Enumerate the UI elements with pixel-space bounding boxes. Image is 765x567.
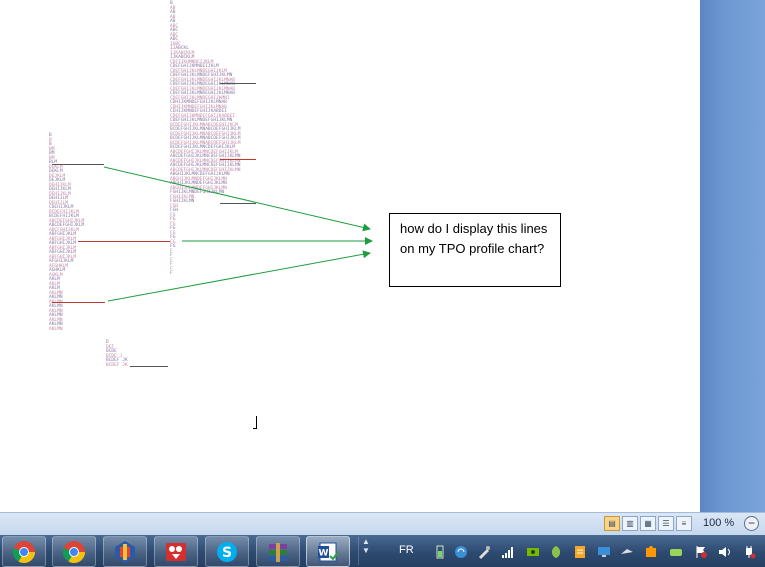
outline-view-icon[interactable]: ☰ <box>658 516 674 531</box>
svg-text:S: S <box>222 545 232 561</box>
app-taskbar-button[interactable] <box>103 536 147 567</box>
winrar-taskbar-button[interactable] <box>256 536 300 567</box>
app-icon <box>115 540 135 563</box>
chrome-icon <box>12 540 35 563</box>
video-icon <box>166 542 186 561</box>
document-page: B AB AB AB AB ABC ABC ABC ABC IABC IJABC… <box>0 0 700 512</box>
arrow-top <box>103 166 371 232</box>
question-line-1: how do I display this lines <box>400 221 548 236</box>
action-center-flag-icon[interactable] <box>694 545 708 559</box>
drive-icon[interactable] <box>669 545 683 559</box>
taskbar-overflow-button[interactable]: ▲ ▼ <box>358 537 373 565</box>
battery-icon[interactable] <box>433 545 447 559</box>
zoom-out-button[interactable]: − <box>744 516 759 531</box>
chrome-icon <box>62 540 85 563</box>
skype-taskbar-button[interactable]: S <box>205 536 249 567</box>
nvidia-icon[interactable] <box>526 545 540 559</box>
svg-text:W: W <box>319 548 329 558</box>
sync-icon[interactable] <box>454 545 468 559</box>
skype-icon: S <box>217 541 237 562</box>
window-background <box>700 0 765 512</box>
draft-view-icon[interactable]: ≡ <box>676 516 692 531</box>
status-bar: ▤ ▥ ▦ ☰ ≡ 100 % − <box>0 512 765 535</box>
connector-arrows <box>103 166 373 302</box>
language-indicator[interactable]: FR <box>399 544 414 556</box>
winrar-icon <box>269 542 287 562</box>
word-taskbar-button[interactable]: W <box>306 536 350 567</box>
power-plug-icon[interactable] <box>742 545 756 559</box>
chrome-taskbar-button-2[interactable] <box>52 536 96 567</box>
volume-icon[interactable] <box>718 545 732 559</box>
tools-icon[interactable] <box>477 545 491 559</box>
taskbar: S W ▲ ▼ FR <box>0 535 765 567</box>
arrow-bottom <box>107 250 371 302</box>
question-line-2: on my TPO profile chart? <box>400 241 545 256</box>
puzzle-icon[interactable] <box>644 545 658 559</box>
web-layout-icon[interactable]: ▦ <box>640 516 656 531</box>
text-cursor-icon <box>253 416 257 429</box>
bird-icon[interactable] <box>620 545 634 559</box>
network-icon[interactable] <box>597 545 611 559</box>
signal-icon[interactable] <box>501 545 515 559</box>
view-buttons: ▤ ▥ ▦ ☰ ≡ <box>604 516 692 532</box>
question-textbox[interactable]: how do I display this lines on my TPO pr… <box>389 213 561 287</box>
leaf-icon[interactable] <box>549 545 563 559</box>
notes-icon[interactable] <box>573 545 587 559</box>
video-taskbar-button[interactable] <box>154 536 198 567</box>
word-icon: W <box>318 542 339 561</box>
chrome-taskbar-button[interactable] <box>2 536 46 567</box>
full-screen-reading-icon[interactable]: ▥ <box>622 516 638 531</box>
print-layout-view-icon[interactable]: ▤ <box>604 516 620 531</box>
zoom-level[interactable]: 100 % <box>703 517 734 529</box>
